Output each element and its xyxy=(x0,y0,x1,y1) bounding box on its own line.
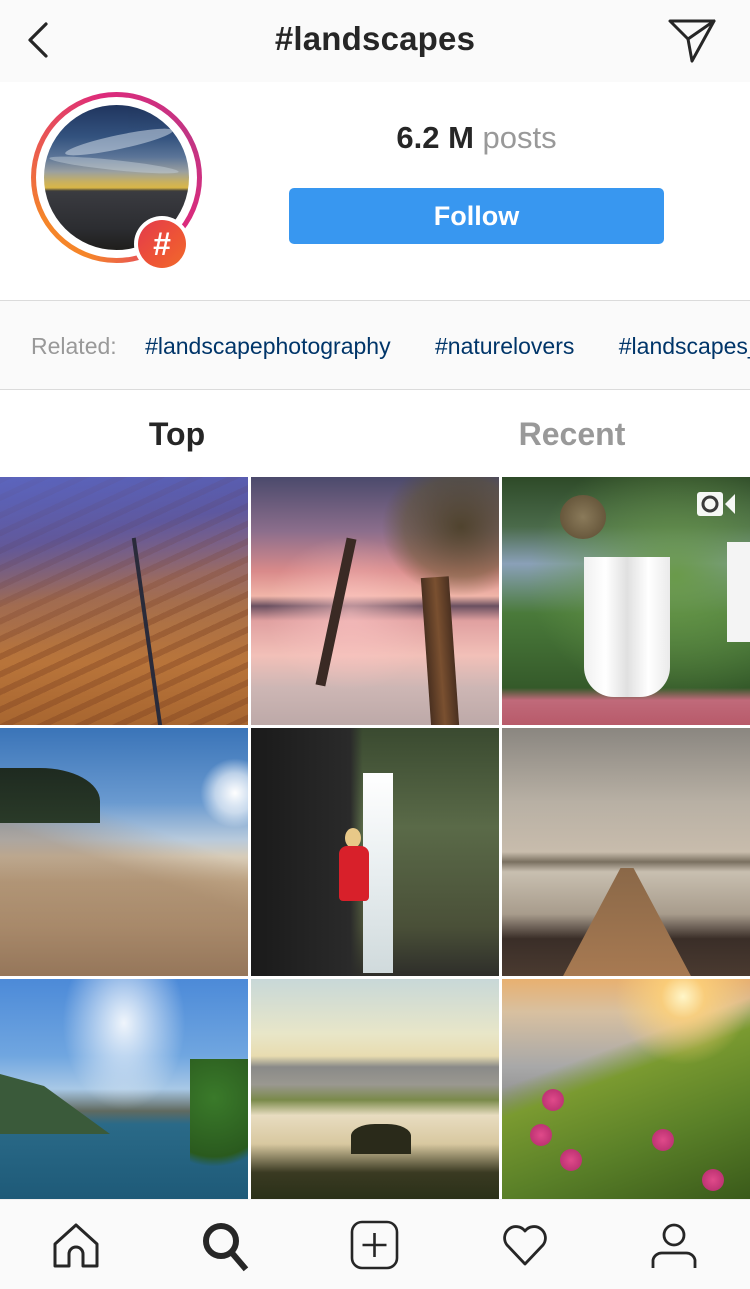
photo-detail xyxy=(727,542,750,642)
direct-message-button[interactable] xyxy=(666,18,718,64)
posts-count: 6.2 M posts xyxy=(289,120,664,156)
feed-tabs: Top Recent xyxy=(0,391,750,477)
related-tag[interactable]: #landscapephotography xyxy=(145,333,391,359)
grid-post[interactable] xyxy=(502,979,750,1199)
photo-detail xyxy=(200,758,248,828)
hashtag-profile-section: # 6.2 M posts Follow xyxy=(0,82,750,300)
grid-post[interactable] xyxy=(251,477,499,725)
photo-detail xyxy=(131,537,163,725)
hashtag-badge: # xyxy=(134,216,190,272)
search-icon xyxy=(203,1223,249,1272)
photo-detail xyxy=(560,1149,582,1171)
hashtag-page: #landscapes # 6.2 M posts Follow Related… xyxy=(0,0,750,1289)
home-icon xyxy=(53,1223,99,1268)
photo-detail xyxy=(562,868,692,976)
bottom-navigation xyxy=(0,1199,750,1289)
photo-detail xyxy=(0,768,100,823)
photo-detail xyxy=(345,828,361,848)
grid-post[interactable] xyxy=(502,477,750,725)
grid-post[interactable] xyxy=(251,979,499,1199)
photo-detail xyxy=(530,1124,552,1146)
photo-detail xyxy=(351,1124,411,1154)
photo-detail xyxy=(652,1129,674,1151)
related-hashtags-bar[interactable]: Related: #landscapephotography #naturelo… xyxy=(0,300,750,390)
follow-button[interactable]: Follow xyxy=(289,188,664,244)
related-row: Related: #landscapephotography #naturelo… xyxy=(31,333,750,360)
heart-icon xyxy=(503,1225,547,1266)
posts-count-label: posts xyxy=(482,120,557,155)
related-label: Related: xyxy=(31,333,117,359)
avatar-cloud xyxy=(63,123,175,161)
posts-count-value: 6.2 M xyxy=(396,120,474,155)
photo-detail xyxy=(315,537,357,687)
grid-post[interactable] xyxy=(0,728,248,976)
photo-detail xyxy=(560,495,606,539)
photo-detail xyxy=(542,1089,564,1111)
photo-detail xyxy=(702,1169,724,1191)
page-title: #landscapes xyxy=(274,20,476,57)
top-header: #landscapes xyxy=(0,0,750,82)
person-icon xyxy=(651,1223,697,1268)
grid-post[interactable] xyxy=(0,979,248,1199)
tab-recent[interactable]: Recent xyxy=(395,391,749,477)
avatar-cloud xyxy=(48,153,180,177)
posts-grid xyxy=(0,477,750,1199)
photo-detail xyxy=(0,1074,110,1134)
paper-plane-icon xyxy=(668,19,716,63)
grid-post[interactable] xyxy=(251,728,499,976)
photo-detail xyxy=(339,846,369,901)
grid-post[interactable] xyxy=(0,477,248,725)
photo-detail xyxy=(584,557,670,697)
related-tag[interactable]: #landscapes_captures xyxy=(619,333,750,359)
grid-post[interactable] xyxy=(502,728,750,976)
nav-profile[interactable] xyxy=(648,1220,700,1272)
related-tag[interactable]: #naturelovers xyxy=(435,333,574,359)
hashtag-icon: # xyxy=(138,220,186,268)
tab-top[interactable]: Top xyxy=(0,391,354,477)
video-icon xyxy=(697,492,735,516)
plus-square-icon xyxy=(350,1220,399,1270)
nav-home[interactable] xyxy=(50,1220,102,1272)
nav-new-post[interactable] xyxy=(349,1220,401,1272)
photo-detail xyxy=(420,576,460,725)
photo-detail xyxy=(190,1059,248,1189)
nav-search[interactable] xyxy=(199,1220,251,1272)
nav-activity[interactable] xyxy=(499,1220,551,1272)
